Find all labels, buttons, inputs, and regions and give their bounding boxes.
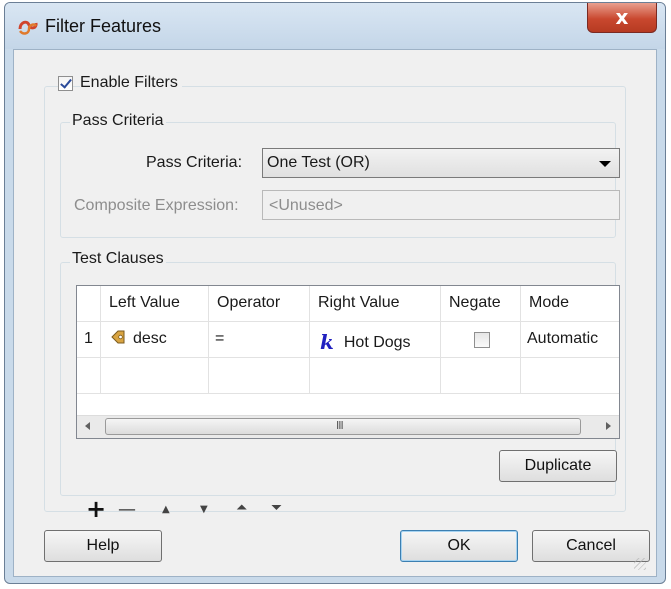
move-down-icon[interactable]: ▼ bbox=[200, 504, 208, 515]
empty-cell[interactable] bbox=[209, 358, 310, 394]
left-value-text: desc bbox=[133, 330, 167, 347]
cancel-button[interactable]: Cancel bbox=[532, 530, 650, 562]
close-button[interactable]: x bbox=[587, 3, 657, 33]
table-row-empty[interactable] bbox=[77, 358, 619, 394]
scroll-right-icon[interactable] bbox=[606, 422, 611, 430]
pass-criteria-group bbox=[60, 122, 616, 238]
remove-clause-icon[interactable]: — bbox=[118, 499, 136, 520]
pass-criteria-dropdown[interactable]: One Test (OR) bbox=[262, 148, 620, 178]
chevron-down-icon bbox=[599, 161, 611, 167]
row-number-empty bbox=[77, 358, 101, 394]
attribute-icon bbox=[111, 330, 125, 344]
add-clause-icon[interactable]: + bbox=[86, 495, 106, 523]
test-clauses-table[interactable]: Left Value Operator Right Value Negate M… bbox=[76, 285, 620, 439]
scroll-left-icon[interactable] bbox=[85, 422, 90, 430]
help-button[interactable]: Help bbox=[44, 530, 162, 562]
composite-expression-value: <Unused> bbox=[269, 197, 343, 214]
table-row[interactable]: 1 desc = k Hot Dogs Automatic bbox=[77, 322, 619, 358]
operator-cell[interactable]: = bbox=[209, 322, 310, 358]
negate-checkbox[interactable] bbox=[474, 332, 490, 348]
right-value-text: Hot Dogs bbox=[343, 334, 411, 351]
empty-cell[interactable] bbox=[441, 358, 521, 394]
window-title: Filter Features bbox=[45, 16, 162, 36]
table-header: Left Value Operator Right Value Negate M… bbox=[77, 286, 619, 322]
close-icon: x bbox=[615, 5, 629, 29]
composite-expression-field: <Unused> bbox=[262, 190, 620, 220]
move-to-bottom-icon[interactable]: ⏷ bbox=[271, 500, 282, 516]
enable-filters-label[interactable]: Enable Filters bbox=[80, 74, 182, 92]
column-header-negate[interactable]: Negate bbox=[441, 286, 521, 322]
horizontal-scrollbar[interactable]: III bbox=[77, 415, 619, 438]
constant-k-icon: k bbox=[320, 330, 334, 354]
dialog-window: Filter Features x Enable Filters Pass Cr… bbox=[4, 2, 666, 584]
pass-criteria-label: Pass Criteria: bbox=[146, 154, 243, 171]
empty-cell[interactable] bbox=[310, 358, 441, 394]
row-number-header bbox=[77, 286, 101, 322]
column-header-right-value[interactable]: Right Value bbox=[310, 286, 441, 322]
operator-text: = bbox=[215, 330, 225, 347]
column-header-left-value[interactable]: Left Value bbox=[101, 286, 209, 322]
fme-app-icon bbox=[18, 20, 38, 35]
column-header-mode[interactable]: Mode bbox=[521, 286, 619, 322]
left-value-cell[interactable]: desc bbox=[101, 322, 209, 358]
ok-button[interactable]: OK bbox=[400, 530, 518, 562]
column-header-operator[interactable]: Operator bbox=[209, 286, 310, 322]
move-up-icon[interactable]: ▲ bbox=[162, 504, 170, 515]
scrollbar-thumb[interactable]: III bbox=[105, 418, 581, 435]
empty-cell[interactable] bbox=[101, 358, 209, 394]
scroll-grip-icon: III bbox=[336, 419, 344, 432]
duplicate-button[interactable]: Duplicate bbox=[499, 450, 617, 482]
pass-criteria-value: One Test (OR) bbox=[267, 154, 370, 171]
pass-criteria-group-label: Pass Criteria bbox=[70, 112, 166, 130]
negate-cell bbox=[441, 322, 521, 358]
title-bar[interactable]: Filter Features x bbox=[5, 3, 665, 49]
dialog-body: Enable Filters Pass Criteria Pass Criter… bbox=[13, 49, 657, 577]
mode-cell[interactable]: Automatic bbox=[521, 322, 619, 358]
test-clauses-group-label: Test Clauses bbox=[70, 250, 166, 268]
resize-grip-icon[interactable] bbox=[634, 558, 646, 570]
mode-text: Automatic bbox=[527, 330, 599, 347]
empty-cell[interactable] bbox=[521, 358, 619, 394]
right-value-cell[interactable]: k Hot Dogs bbox=[310, 322, 441, 358]
enable-filters-checkbox[interactable] bbox=[58, 76, 73, 91]
row-number: 1 bbox=[77, 322, 101, 358]
composite-expression-label: Composite Expression: bbox=[74, 197, 239, 214]
move-to-top-icon[interactable]: ⏶ bbox=[236, 500, 247, 516]
